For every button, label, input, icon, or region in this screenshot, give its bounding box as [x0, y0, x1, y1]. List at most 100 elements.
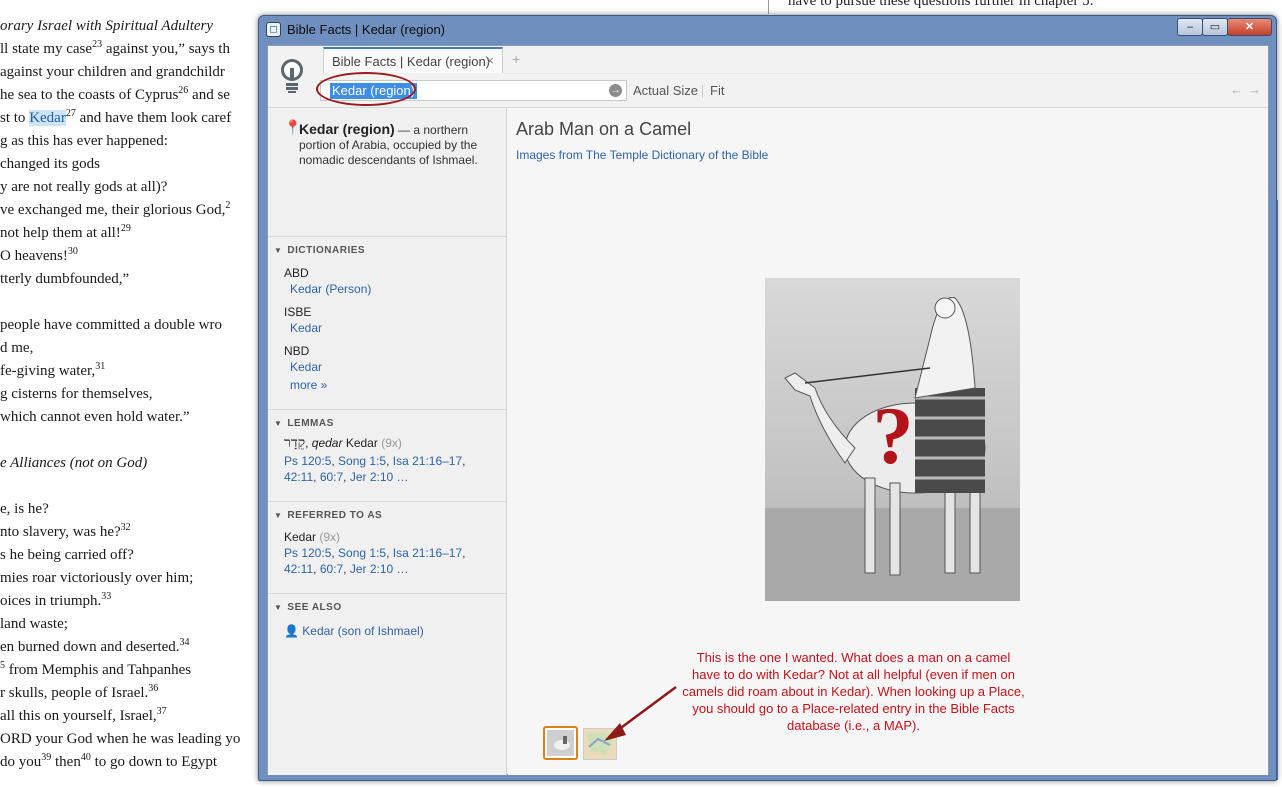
verse-link[interactable]: Jer 2:10 … [350, 562, 409, 576]
verse-link[interactable]: 60:7 [320, 470, 343, 484]
person-icon: 👤 [284, 624, 299, 638]
background-line: ve exchanged me, their glorious God,2 [0, 200, 231, 219]
forward-arrow-icon[interactable]: → [1248, 82, 1261, 97]
see-also-entry: 👤 Kedar (son of Ishmael) [284, 624, 424, 638]
referred-count: (9x) [319, 530, 341, 544]
bible-facts-window: ◻ Bible Facts | Kedar (region) – ▭ ✕ Bib… [258, 15, 1277, 781]
entry-summary: 📍 Kedar (region) — a northern portion of… [284, 119, 499, 168]
background-line: which cannot even hold water.” [0, 409, 190, 425]
map-pin-icon: 📍 [284, 119, 302, 135]
verse-link[interactable]: Ps 120:5 [284, 454, 331, 468]
background-line: do you39 then40 to go down to Egypt [0, 752, 218, 771]
background-right-text: have to pursue these questions further i… [788, 0, 1094, 9]
annotation-arrow [604, 685, 677, 741]
section-see-also-heading: SEE ALSO [287, 602, 342, 613]
annotation-circle [316, 72, 416, 106]
fit-button[interactable]: Fit [710, 83, 724, 98]
background-line: st to Kedar27 and have them look caref [0, 108, 232, 126]
dictionary-link[interactable]: Kedar [290, 360, 322, 374]
section-see-also[interactable]: ▼ SEE ALSO [268, 593, 507, 613]
section-referred-to-as[interactable]: ▼ REFERRED TO AS [268, 501, 507, 521]
verse-link[interactable]: 42:11 [284, 470, 313, 484]
background-line: he sea to the coasts of Cyprus26 and se [0, 85, 230, 104]
camel-photo: ? [765, 278, 1020, 601]
background-line: e Alliances (not on God) [0, 455, 148, 471]
background-line: fe-giving water,31 [0, 361, 106, 380]
verse-link[interactable]: 42:11 [284, 562, 313, 576]
verse-link[interactable]: Jer 2:10 … [350, 470, 409, 484]
background-line: ORD your God when he was leading yo [0, 731, 241, 747]
app-icon: ◻ [266, 22, 281, 37]
verse-link[interactable]: Isa 21:16–17 [393, 546, 462, 560]
title-bar[interactable]: ◻ Bible Facts | Kedar (region) – ▭ ✕ [259, 16, 1276, 44]
lemma-hebrew: קֵדָר [284, 435, 306, 451]
dictionary-source: ABD [284, 266, 309, 280]
background-line: changed its gods [0, 156, 100, 172]
collapse-triangle-icon[interactable]: ▼ [274, 419, 282, 428]
section-lemmas[interactable]: ▼ LEMMAS [268, 409, 507, 429]
referred-name: Kedar [284, 530, 317, 544]
background-document: orary Israel with Spiritual Adultery ll s… [0, 0, 270, 787]
minimize-button[interactable]: – [1177, 18, 1203, 36]
section-referred-heading: REFERRED TO AS [287, 510, 383, 521]
background-line: O heavens!30 [0, 246, 78, 265]
tab-close-icon[interactable]: × [486, 53, 494, 68]
maximize-button[interactable]: ▭ [1202, 18, 1228, 36]
lemma-translit: qedar [311, 436, 343, 450]
image-source-link[interactable]: Images from The Temple Dictionary of the… [516, 148, 768, 162]
close-button[interactable]: ✕ [1227, 18, 1272, 36]
image-viewer: Arab Man on a Camel Images from The Temp… [508, 108, 1268, 775]
tab-bible-facts[interactable]: Bible Facts | Kedar (region) × [323, 47, 503, 73]
see-also-link[interactable]: Kedar (son of Ishmael) [302, 624, 423, 638]
toolbar-divider [702, 85, 703, 98]
verse-link[interactable]: Song 1:5 [338, 546, 386, 560]
lightbulb-icon[interactable] [277, 56, 307, 96]
background-line: not help them at all!29 [0, 223, 131, 242]
window-title: Bible Facts | Kedar (region) [287, 22, 445, 37]
question-mark: ? [873, 390, 914, 481]
thumbnail-camel[interactable] [543, 726, 578, 760]
lemma-references: Ps 120:5, Song 1:5, Isa 21:16–17, 42:11,… [284, 454, 466, 484]
lemma-count: (9x) [381, 436, 402, 450]
collapse-triangle-icon[interactable]: ▼ [274, 511, 282, 520]
go-arrow-icon[interactable]: → [609, 84, 622, 97]
window-client: Bible Facts | Kedar (region) × + Kedar (… [267, 45, 1269, 775]
background-line: r skulls, people of Israel.36 [0, 683, 159, 702]
background-line: all this on yourself, Israel,37 [0, 706, 167, 725]
annotation-note: This is the one I wanted. What does a ma… [682, 650, 1025, 733]
section-dictionaries[interactable]: ▼ DICTIONARIES [268, 236, 507, 256]
background-line: y are not really gods at all)? [0, 179, 168, 195]
verse-link[interactable]: Isa 21:16–17 [393, 454, 462, 468]
background-line: e, is he? [0, 501, 49, 517]
lemma-gloss: Kedar [345, 436, 378, 450]
background-line: oices in triumph.33 [0, 591, 112, 610]
image-title: Arab Man on a Camel [516, 119, 692, 139]
facts-sidebar: 📍 Kedar (region) — a northern portion of… [268, 108, 507, 775]
background-line: g cisterns for themselves, [0, 386, 153, 402]
verse-link[interactable]: 60:7 [320, 562, 343, 576]
section-dictionaries-heading: DICTIONARIES [287, 245, 366, 256]
background-divider [768, 0, 769, 14]
verse-link[interactable]: Song 1:5 [338, 454, 386, 468]
background-line: tterly dumbfounded,” [0, 271, 130, 287]
background-line: s he being carried off? [0, 547, 134, 563]
collapse-triangle-icon[interactable]: ▼ [274, 246, 282, 255]
tab-divider [504, 73, 1264, 74]
section-lemmas-heading: LEMMAS [287, 418, 334, 429]
dictionary-link[interactable]: Kedar (Person) [290, 282, 371, 296]
verse-link[interactable]: Ps 120:5 [284, 546, 331, 560]
dictionary-link[interactable]: Kedar [290, 321, 322, 335]
add-tab-icon[interactable]: + [512, 51, 520, 67]
tab-label: Bible Facts | Kedar (region) [332, 54, 490, 69]
background-line: d me, [0, 340, 34, 356]
actual-size-button[interactable]: Actual Size [633, 83, 698, 98]
background-line: against your children and grandchildr [0, 64, 225, 80]
background-line: g as this has ever happened: [0, 133, 168, 149]
thumbnail-camel-image [547, 730, 574, 756]
more-link[interactable]: more » [290, 378, 327, 392]
background-line: mies roar victoriously over him; [0, 570, 194, 586]
referred-references: Ps 120:5, Song 1:5, Isa 21:16–17, 42:11,… [284, 546, 466, 576]
background-line: 5 from Memphis and Tahpanhes [0, 660, 192, 679]
collapse-triangle-icon[interactable]: ▼ [274, 603, 282, 612]
back-arrow-icon[interactable]: ← [1230, 82, 1243, 97]
